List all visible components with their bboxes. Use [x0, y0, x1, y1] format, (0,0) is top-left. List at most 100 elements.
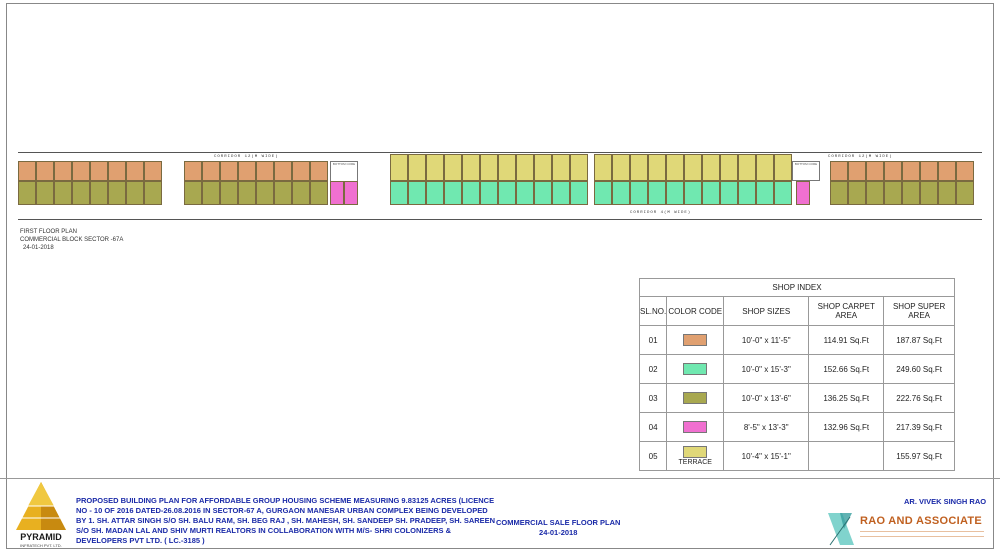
- plan-shop-unit: [480, 154, 498, 181]
- size-cell: 10'-0" x 15'-3": [723, 354, 810, 384]
- drawing-title-block: COMMERCIAL SALE FLOOR PLAN 24-01-2018: [496, 518, 620, 538]
- logo-subtitle: INFRATECH PVT. LTD.: [20, 543, 62, 548]
- plan-shop-unit: [956, 161, 974, 181]
- plan-shop-unit: [256, 181, 274, 205]
- shop-index-row: 02 10'-0" x 15'-3" 152.66 Sq.Ft 249.60 Sq.F…: [638, 354, 955, 384]
- corridor-label-bottom: CORRIDOR 4(M WIDE): [630, 211, 692, 215]
- plan-shop-unit: [756, 154, 774, 181]
- firm-address-line-1: [860, 531, 984, 532]
- sl-cell: 05: [638, 441, 668, 471]
- block-1-lower-row: [18, 181, 162, 205]
- plan-shop-unit: [884, 161, 902, 181]
- carpet-cell: 152.66 Sq.Ft: [808, 354, 885, 384]
- color-swatch: [683, 334, 708, 346]
- plan-shop-unit: [534, 181, 552, 205]
- corridor-label-top-right: CORRIDOR 12(M WIDE): [828, 155, 893, 159]
- plan-shop-unit: [612, 181, 630, 205]
- sl-cell: 03: [638, 383, 668, 413]
- header-super-area: SHOP SUPER AREA: [883, 296, 955, 326]
- plan-shop-unit: [274, 161, 292, 181]
- shop-pink-right: [796, 181, 810, 205]
- plan-shop-unit: [884, 181, 902, 205]
- architect-name: AR. VIVEK SINGH RAO: [904, 497, 987, 506]
- shop-index-table: SHOP INDEX SL.NO. COLOR CODE SHOP SIZES …: [638, 278, 955, 471]
- plan-shop-unit: [684, 181, 702, 205]
- plan-shop-unit: [866, 181, 884, 205]
- plan-shop-unit: [310, 181, 328, 205]
- pyramid-logo: PYRAMID INFRATECH PVT. LTD.: [16, 482, 66, 548]
- plan-shop-unit: [18, 161, 36, 181]
- plan-shop-unit: [738, 154, 756, 181]
- carpet-cell: 132.96 Sq.Ft: [808, 412, 885, 442]
- plan-shop-unit: [444, 154, 462, 181]
- plan-shop-unit: [238, 181, 256, 205]
- plan-shop-unit: [756, 181, 774, 205]
- shop-index-row: 03 10'-0" x 13'-6" 136.25 Sq.Ft 222.76 Sq.F…: [638, 383, 955, 413]
- plan-shop-unit: [390, 154, 408, 181]
- firm-address-line-2: [860, 536, 984, 537]
- plan-shop-unit: [630, 154, 648, 181]
- plan-shop-unit: [90, 161, 108, 181]
- color-cell: [666, 354, 725, 384]
- shop-index-row: 05 TERRACE 10'-4" x 15'-1" 155.97 Sq.Ft: [638, 441, 955, 471]
- corridor-line-top: [18, 152, 982, 153]
- super-cell: 249.60 Sq.Ft: [883, 354, 955, 384]
- plan-shop-unit: [666, 154, 684, 181]
- drawing-title: COMMERCIAL SALE FLOOR PLAN: [496, 518, 621, 527]
- plan-shop-unit: [310, 161, 328, 181]
- plan-shop-unit: [202, 181, 220, 205]
- plan-shop-unit: [774, 154, 792, 181]
- carpet-cell: [808, 441, 885, 471]
- plan-shop-unit: [408, 181, 426, 205]
- shop-index-row: 04 8'-5" x 13'-3" 132.96 Sq.Ft 217.39 Sq.Ft: [638, 412, 955, 442]
- plan-shop-unit: [702, 181, 720, 205]
- super-cell: 187.87 Sq.Ft: [883, 325, 955, 355]
- plan-shop-unit: [462, 154, 480, 181]
- plan-shop-unit: [462, 181, 480, 205]
- plan-shop-unit: [830, 161, 848, 181]
- plan-shop-unit: [444, 181, 462, 205]
- corridor-label-top-left: CORRIDOR 12(M WIDE): [214, 155, 279, 159]
- plan-shop-unit: [648, 154, 666, 181]
- shop-pink-left: [330, 181, 344, 205]
- shop-index-title: SHOP INDEX: [639, 278, 955, 297]
- block-2-lower-row: [184, 181, 328, 205]
- color-swatch: [683, 363, 708, 375]
- color-swatch: [683, 392, 708, 404]
- plan-shop-unit: [720, 154, 738, 181]
- plan-shop-unit: [126, 181, 144, 205]
- floor-plan: CORRIDOR 12(M WIDE) CORRIDOR 12(M WIDE) …: [18, 152, 982, 220]
- block-4-lower-row: [594, 181, 792, 205]
- plan-shop-unit: [720, 181, 738, 205]
- plan-shop-unit: [256, 161, 274, 181]
- plan-shop-unit: [570, 181, 588, 205]
- plan-shop-unit: [702, 154, 720, 181]
- plan-shop-unit: [36, 161, 54, 181]
- sl-cell: 02: [638, 354, 668, 384]
- plan-shop-unit: [848, 161, 866, 181]
- plan-shop-unit: [408, 154, 426, 181]
- plan-shop-unit: [292, 181, 310, 205]
- plan-shop-unit: [920, 161, 938, 181]
- size-cell: 8'-5" x 13'-3": [723, 412, 810, 442]
- plan-caption-title: FIRST FLOOR PLAN: [20, 229, 77, 235]
- plan-shop-unit: [848, 181, 866, 205]
- plan-shop-unit: [552, 181, 570, 205]
- shop-index-row: 01 10'-0" x 11'-5" 114.91 Sq.Ft 187.87 Sq.F…: [638, 325, 955, 355]
- plan-shop-unit: [534, 154, 552, 181]
- plan-shop-unit: [480, 181, 498, 205]
- header-color-code: COLOR CODE: [666, 296, 725, 326]
- plan-shop-unit: [390, 181, 408, 205]
- firm-name: RAO AND ASSOCIATE: [860, 515, 983, 527]
- color-swatch: [683, 421, 708, 433]
- block-2-upper-row: [184, 161, 328, 181]
- plan-shop-unit: [426, 154, 444, 181]
- plan-shop-unit: [498, 154, 516, 181]
- plan-shop-unit: [220, 181, 238, 205]
- plan-caption: FIRST FLOOR PLAN COMMERCIAL BLOCK SECTOR…: [20, 228, 123, 252]
- header-carpet-area: SHOP CARPET AREA: [808, 296, 885, 326]
- plan-shop-unit: [570, 154, 588, 181]
- header-sl-no: SL.NO.: [638, 296, 668, 326]
- plan-shop-unit: [630, 181, 648, 205]
- color-cell: [666, 325, 725, 355]
